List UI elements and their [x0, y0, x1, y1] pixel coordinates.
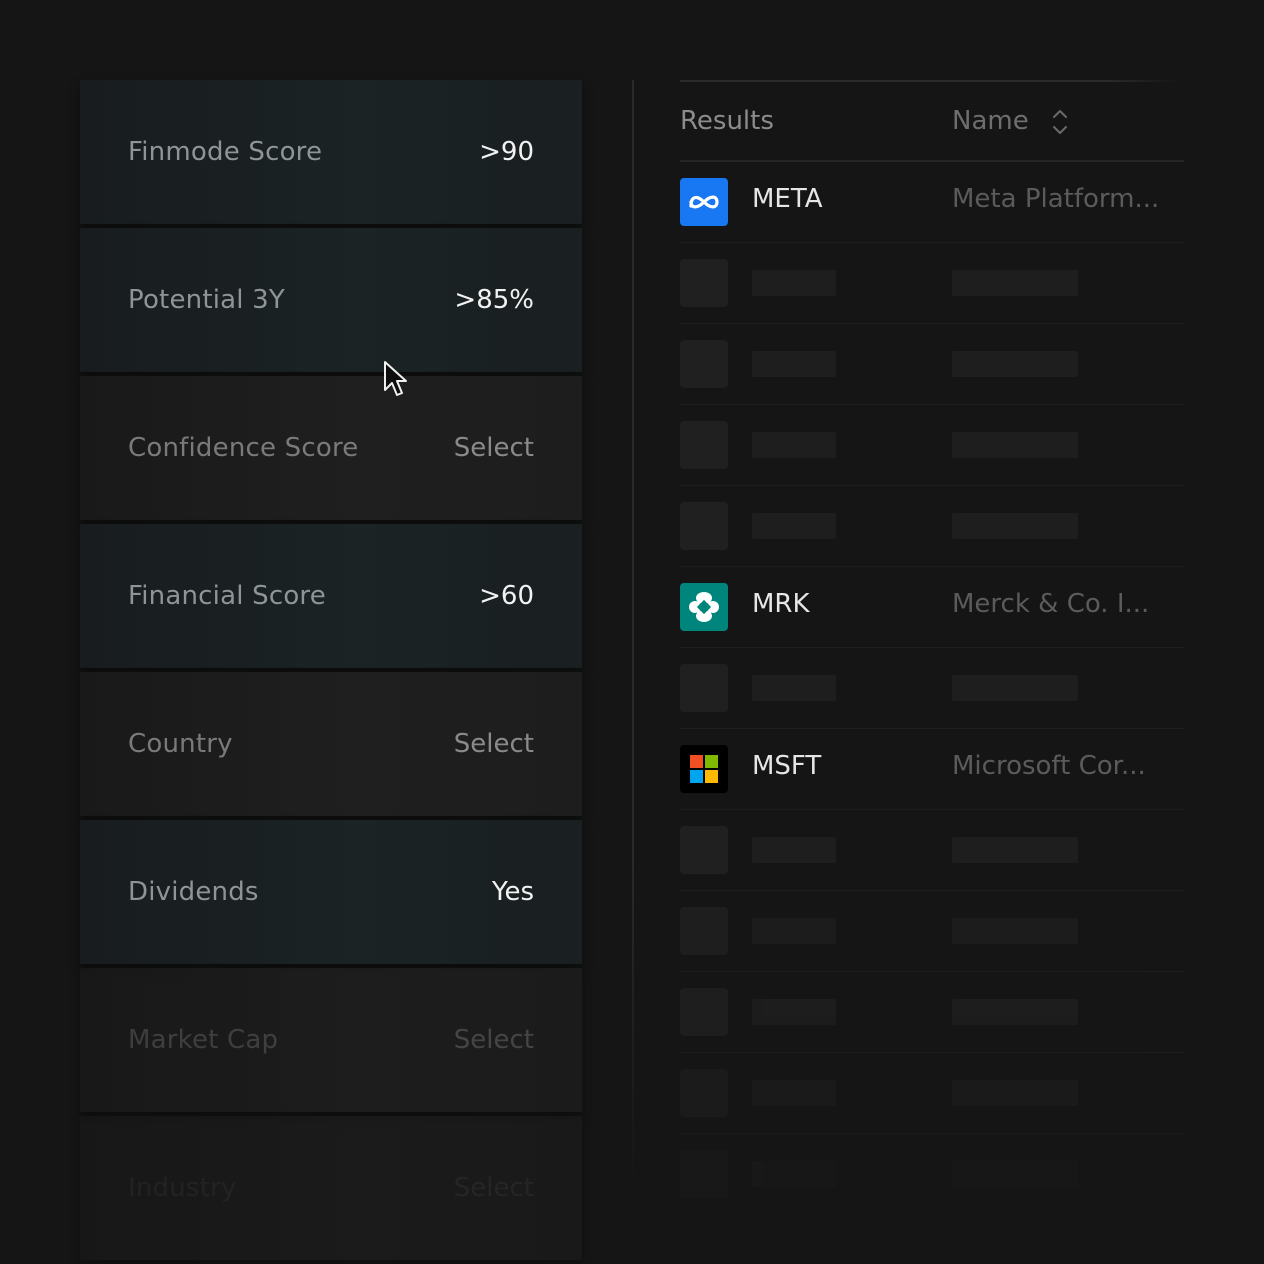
placeholder-row	[680, 405, 1184, 486]
placeholder-row	[680, 891, 1184, 972]
panel-divider	[632, 80, 634, 1190]
name-column-header[interactable]: Name	[952, 106, 1029, 136]
filter-finmode-score[interactable]: Finmode Score >90	[80, 80, 582, 224]
placeholder-bar	[952, 918, 1078, 944]
filter-value[interactable]: Yes	[492, 877, 534, 907]
placeholder-bar	[952, 351, 1078, 377]
filter-value[interactable]: Select	[454, 729, 534, 759]
filter-dividends[interactable]: Dividends Yes	[80, 820, 582, 964]
placeholder-row	[680, 243, 1184, 324]
filter-value[interactable]: >90	[479, 137, 534, 167]
filter-label: Industry	[128, 1173, 237, 1203]
result-row-meta[interactable]: META Meta Platform...	[680, 162, 1184, 243]
meta-logo-icon	[680, 178, 728, 226]
placeholder-bar	[752, 999, 836, 1025]
placeholder-bar	[952, 270, 1078, 296]
filter-confidence-score[interactable]: Confidence Score Select	[80, 376, 582, 520]
placeholder-logo	[680, 907, 728, 955]
filter-label: Country	[128, 729, 233, 759]
sort-updown-icon[interactable]	[1050, 106, 1070, 138]
placeholder-logo	[680, 421, 728, 469]
placeholder-bar	[752, 513, 836, 539]
filter-label: Confidence Score	[128, 433, 359, 463]
placeholder-logo	[680, 259, 728, 307]
results-column-header: Results	[680, 106, 774, 136]
placeholder-bar	[952, 432, 1078, 458]
placeholder-logo	[680, 1069, 728, 1117]
ticker: MRK	[752, 589, 810, 619]
filter-financial-score[interactable]: Financial Score >60	[80, 524, 582, 668]
placeholder-bar	[952, 1161, 1078, 1187]
filter-country[interactable]: Country Select	[80, 672, 582, 816]
placeholder-row	[680, 324, 1184, 405]
placeholder-bar	[952, 1080, 1078, 1106]
filter-value[interactable]: Select	[454, 1173, 534, 1203]
company-name: Meta Platform...	[952, 184, 1160, 214]
filter-label: Dividends	[128, 877, 259, 907]
company-name: Merck & Co. I...	[952, 589, 1150, 619]
placeholder-bar	[952, 999, 1078, 1025]
ticker: MSFT	[752, 751, 822, 781]
placeholder-row	[680, 1053, 1184, 1134]
placeholder-logo	[680, 664, 728, 712]
microsoft-logo-icon	[680, 745, 728, 793]
placeholder-logo	[680, 826, 728, 874]
placeholder-bar	[752, 432, 836, 458]
filter-potential-3y[interactable]: Potential 3Y >85%	[80, 228, 582, 372]
placeholder-row	[680, 972, 1184, 1053]
filter-industry[interactable]: Industry Select	[80, 1116, 582, 1260]
filter-value[interactable]: Select	[454, 1025, 534, 1055]
filter-value[interactable]: Select	[454, 433, 534, 463]
result-row-msft[interactable]: MSFT Microsoft Cor...	[680, 729, 1184, 810]
placeholder-bar	[752, 351, 836, 377]
placeholder-logo	[680, 988, 728, 1036]
filter-label: Finmode Score	[128, 137, 323, 167]
filter-value[interactable]: >85%	[454, 285, 534, 315]
placeholder-bar	[952, 837, 1078, 863]
placeholder-bar	[752, 675, 836, 701]
placeholder-bar	[952, 675, 1078, 701]
results-table: Results Name META Meta Platform... MRK M…	[680, 80, 1184, 1214]
filter-market-cap[interactable]: Market Cap Select	[80, 968, 582, 1112]
mouse-cursor-icon	[384, 361, 407, 396]
placeholder-bar	[752, 837, 836, 863]
filter-value[interactable]: >60	[479, 581, 534, 611]
filter-panel: Finmode Score >90 Potential 3Y >85% Conf…	[80, 80, 590, 1264]
placeholder-bar	[752, 1080, 836, 1106]
placeholder-logo	[680, 1150, 728, 1198]
filter-label: Potential 3Y	[128, 285, 285, 315]
placeholder-row	[680, 486, 1184, 567]
merck-logo-icon	[680, 583, 728, 631]
placeholder-logo	[680, 502, 728, 550]
result-row-mrk[interactable]: MRK Merck & Co. I...	[680, 567, 1184, 648]
placeholder-logo	[680, 340, 728, 388]
placeholder-row	[680, 810, 1184, 891]
screener-stage: Finmode Score >90 Potential 3Y >85% Conf…	[0, 0, 1264, 1264]
placeholder-bar	[752, 918, 836, 944]
filter-label: Market Cap	[128, 1025, 279, 1055]
placeholder-bar	[752, 1161, 836, 1187]
results-header: Results Name	[680, 82, 1184, 162]
company-name: Microsoft Cor...	[952, 751, 1146, 781]
placeholder-row	[680, 648, 1184, 729]
placeholder-bar	[752, 270, 836, 296]
filter-label: Financial Score	[128, 581, 326, 611]
placeholder-row	[680, 1134, 1184, 1214]
ticker: META	[752, 184, 823, 214]
placeholder-bar	[952, 513, 1078, 539]
